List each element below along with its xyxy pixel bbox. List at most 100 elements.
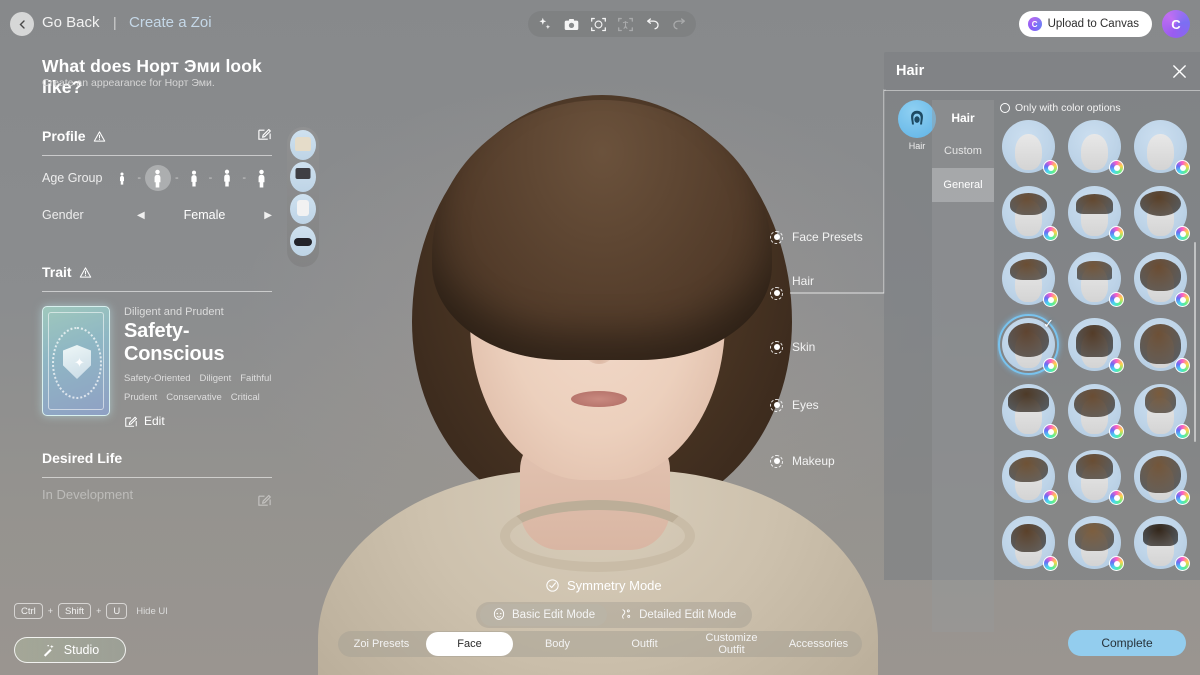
color-wheel-icon[interactable] [1175,160,1190,175]
only-color-options-toggle[interactable]: Only with color options [1000,102,1121,114]
breadcrumb-current[interactable]: Create a Zoi [129,14,212,31]
color-wheel-icon[interactable] [1043,292,1058,307]
studio-label: Studio [63,643,100,657]
hair-thumbnail[interactable] [1129,182,1192,246]
radial-item-label: Eyes [792,398,819,412]
age-option-young-adult[interactable] [183,165,205,191]
hair-thumbnail[interactable] [1063,380,1126,444]
age-group-selector[interactable]: - - - - [111,165,272,191]
hair-thumbnail[interactable] [1063,248,1126,312]
age-option-child[interactable] [111,165,133,191]
radial-connector-line [790,89,886,294]
face-focus-icon[interactable] [590,16,607,33]
color-wheel-icon[interactable] [1043,358,1058,373]
hair-panel-divider [884,90,1200,91]
body-focus-icon[interactable] [617,16,634,33]
color-wheel-icon[interactable] [1109,358,1124,373]
outfit-thumb-socks[interactable] [290,194,316,224]
color-wheel-icon[interactable] [1175,556,1190,571]
radial-item-skin[interactable]: Skin [770,340,815,354]
camera-icon[interactable] [563,16,580,33]
go-back-button[interactable] [10,12,34,36]
trait-card-art[interactable]: ✦ [42,306,110,416]
edit-mode-detailed[interactable]: Detailed Edit Mode [607,604,748,626]
color-wheel-icon[interactable] [1109,490,1124,505]
outfit-thumb-skirt[interactable] [290,162,316,192]
gender-prev-button[interactable]: ◀ [137,210,145,221]
trait-edit-label: Edit [144,414,165,428]
tab-body[interactable]: Body [514,632,601,656]
outfit-thumb-shoes[interactable] [290,226,316,256]
hair-thumbnail[interactable] [997,182,1060,246]
color-wheel-icon[interactable] [1175,226,1190,241]
hair-thumbnail-grid[interactable]: ✓ [997,116,1195,626]
hair-thumbnail[interactable] [1063,512,1126,576]
magic-enhance-icon[interactable] [536,16,553,33]
desired-life-edit-icon[interactable] [257,492,272,507]
hair-subcategory-general[interactable]: General [932,168,994,202]
tab-accessories[interactable]: Accessories [775,632,862,656]
radial-item-face-presets[interactable]: Face Presets [770,230,863,244]
trait-tag: Safety-Oriented [124,373,191,384]
trait-edit-button[interactable]: Edit [124,414,272,428]
hair-shape [1076,194,1113,214]
symmetry-mode-toggle[interactable]: Symmetry Mode [545,578,662,593]
go-back-label[interactable]: Go Back [42,14,100,31]
hair-thumbnail[interactable] [1129,248,1192,312]
hair-thumbnail[interactable] [997,248,1060,312]
hair-shape [1140,324,1181,364]
outfit-thumb-top[interactable] [290,130,316,160]
age-option-teen[interactable] [144,165,171,191]
hair-thumbnail[interactable] [997,446,1060,510]
hair-thumbnail[interactable] [1129,380,1192,444]
color-wheel-icon[interactable] [1109,424,1124,439]
hair-thumbnail[interactable] [1129,116,1192,180]
hair-thumbnail[interactable] [1063,314,1126,378]
radial-item-eyes[interactable]: Eyes [770,398,819,412]
color-wheel-icon[interactable] [1175,490,1190,505]
color-wheel-icon[interactable] [1109,226,1124,241]
hair-thumbnail[interactable] [997,512,1060,576]
gender-next-button[interactable]: ▶ [264,210,272,221]
color-wheel-icon[interactable] [1043,226,1058,241]
hair-thumbnail[interactable] [997,116,1060,180]
hair-thumbnail[interactable] [1129,512,1192,576]
complete-button[interactable]: Complete [1068,630,1186,656]
hair-thumbnail[interactable]: ✓ [997,314,1060,378]
tab-label: Outfit [631,637,658,650]
radial-item-hair[interactable]: Hair [770,274,814,300]
avatar[interactable]: C [1162,10,1190,38]
tab-customize-outfit[interactable]: Customize Outfit [688,632,775,656]
hair-thumbnail[interactable] [1063,182,1126,246]
color-wheel-icon[interactable] [1109,556,1124,571]
tab-outfit[interactable]: Outfit [601,632,688,656]
color-wheel-icon[interactable] [1043,424,1058,439]
hair-grid-scrollbar[interactable] [1194,242,1196,442]
color-wheel-icon[interactable] [1043,160,1058,175]
upload-to-canvas-button[interactable]: C Upload to Canvas [1018,11,1152,37]
color-wheel-icon[interactable] [1175,292,1190,307]
profile-edit-icon[interactable] [257,126,272,141]
hair-thumbnail[interactable] [997,380,1060,444]
close-icon[interactable] [1171,63,1188,85]
color-wheel-icon[interactable] [1043,556,1058,571]
hair-thumbnail[interactable] [1063,446,1126,510]
color-wheel-icon[interactable] [1109,292,1124,307]
color-wheel-icon[interactable] [1043,490,1058,505]
tab-face[interactable]: Face [426,632,513,656]
color-wheel-icon[interactable] [1175,358,1190,373]
tab-zoi-presets[interactable]: Zoi Presets [338,632,425,656]
undo-icon[interactable] [644,16,661,33]
hair-subcategory-custom[interactable]: Custom [932,134,994,168]
edit-mode-basic[interactable]: Basic Edit Mode [480,604,608,626]
radial-item-makeup[interactable]: Makeup [770,454,835,468]
color-wheel-icon[interactable] [1109,160,1124,175]
hair-thumbnail[interactable] [1129,314,1192,378]
color-wheel-icon[interactable] [1175,424,1190,439]
hair-thumbnail[interactable] [1129,446,1192,510]
age-option-adult[interactable] [216,165,238,191]
age-option-elder[interactable] [250,165,272,191]
studio-button[interactable]: Studio [14,637,126,663]
hair-thumbnail[interactable] [1063,116,1126,180]
redo-icon[interactable] [671,16,688,33]
